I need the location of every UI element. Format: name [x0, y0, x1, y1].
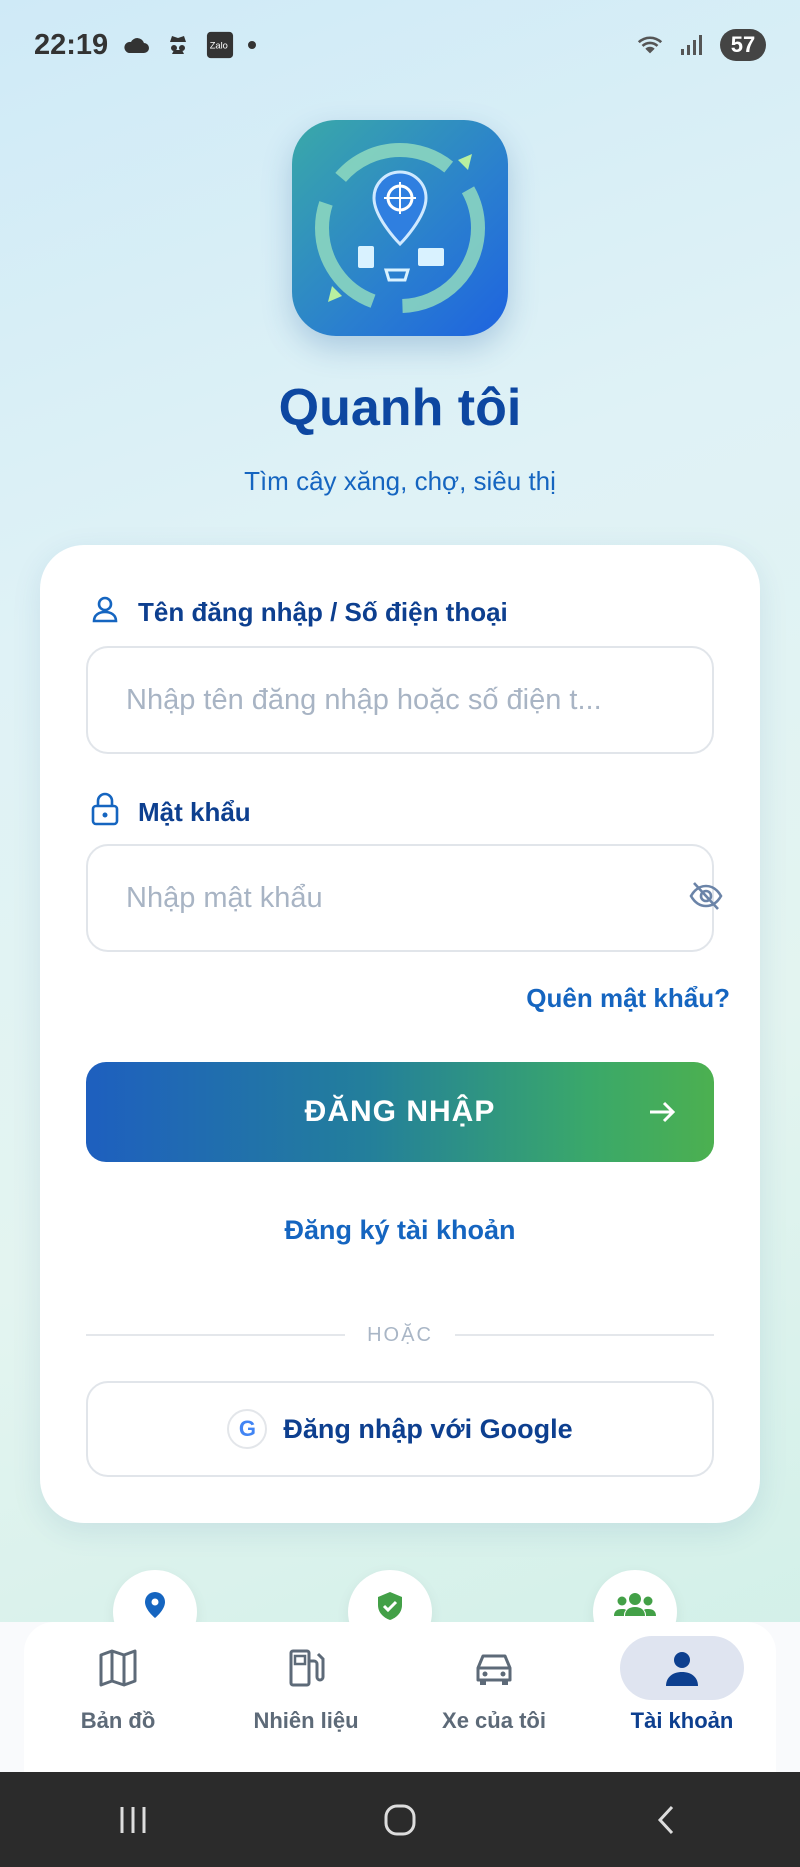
car-icon	[432, 1636, 556, 1700]
username-label-text: Tên đăng nhập / Số điện thoại	[138, 597, 508, 627]
password-input[interactable]	[86, 844, 714, 952]
password-label: Mật khẩu	[90, 792, 251, 833]
nav-item-account[interactable]: Tài khoản	[588, 1622, 776, 1772]
battery-icon: 57	[720, 29, 766, 61]
fuel-icon	[244, 1636, 368, 1700]
arrow-right-icon	[646, 1096, 678, 1136]
login-button[interactable]: ĐĂNG NHẬP	[86, 1062, 714, 1162]
username-label: Tên đăng nhập / Số điện thoại	[90, 594, 508, 631]
system-nav-bar	[0, 1772, 800, 1867]
app-title: Quanh tôi	[278, 379, 522, 437]
nav-item-map[interactable]: Bản đồ	[24, 1622, 212, 1772]
user-icon	[90, 594, 120, 631]
login-button-label: ĐĂNG NHẬP	[304, 1095, 496, 1128]
lock-icon	[90, 792, 120, 833]
forgot-password-link[interactable]: Quên mật khẩu?	[526, 983, 730, 1014]
map-icon	[56, 1636, 180, 1700]
divider-text: HOẶC	[367, 1323, 433, 1346]
nav-item-my-car[interactable]: Xe của tôi	[400, 1622, 588, 1772]
nav-label-account: Tài khoản	[630, 1708, 734, 1733]
app-logo	[292, 120, 508, 336]
nav-label-my-car: Xe của tôi	[442, 1708, 546, 1733]
notification-dot-icon	[248, 41, 257, 49]
password-label-text: Mật khẩu	[138, 797, 251, 827]
bottom-nav-bar: Bản đồ Nhiên liệu Xe của tôi Tài khoản	[24, 1622, 776, 1772]
person-icon	[620, 1636, 744, 1700]
spy-icon	[164, 31, 192, 59]
bottom-nav: Bản đồ Nhiên liệu Xe của tôi Tài khoản	[0, 1622, 800, 1772]
cloud-icon	[122, 31, 150, 59]
signal-icon	[678, 31, 706, 59]
nav-item-fuel[interactable]: Nhiên liệu	[212, 1622, 400, 1772]
status-time: 22:19	[34, 28, 109, 61]
nav-label-fuel: Nhiên liệu	[253, 1708, 359, 1733]
google-login-label: Đăng nhập với Google	[283, 1413, 573, 1444]
divider-line-right	[454, 1334, 715, 1336]
username-input[interactable]	[86, 646, 714, 754]
status-right: 57	[636, 29, 766, 61]
nav-label-map: Bản đồ	[80, 1708, 156, 1733]
register-link[interactable]: Đăng ký tài khoản	[0, 1215, 800, 1246]
recent-apps-icon[interactable]	[103, 1790, 163, 1850]
status-bar: 22:19 Zalo 57	[0, 0, 800, 90]
home-icon[interactable]	[370, 1790, 430, 1850]
back-icon[interactable]	[637, 1790, 697, 1850]
status-left: 22:19 Zalo	[34, 28, 257, 62]
wifi-icon	[636, 31, 664, 59]
google-icon: G	[227, 1409, 268, 1449]
app-subtitle: Tìm cây xăng, chợ, siêu thị	[244, 466, 556, 496]
zalo-icon: Zalo	[206, 31, 234, 59]
or-divider: HOẶC	[86, 1320, 715, 1350]
zalo-text: Zalo	[210, 41, 228, 51]
eye-off-icon[interactable]	[688, 878, 724, 914]
divider-line-left	[86, 1334, 346, 1336]
google-login-button[interactable]: G Đăng nhập với Google	[86, 1381, 714, 1477]
